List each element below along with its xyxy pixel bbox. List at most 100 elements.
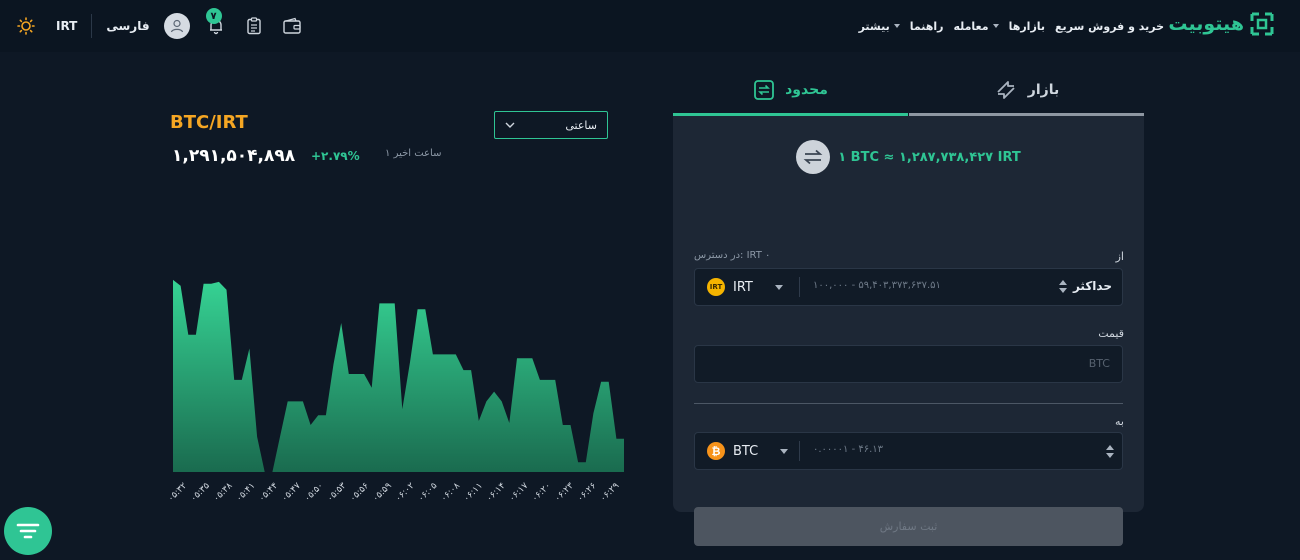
from-label: از [1115, 250, 1124, 263]
max-label: حداکثر [1072, 279, 1112, 293]
header-tools: IRT فارسی ۷ [14, 8, 304, 42]
from-asset-select[interactable]: IRT IRT [707, 269, 783, 305]
x-tick-label: ۰۵:۵۶ [348, 481, 371, 504]
price-label: قیمت [1098, 327, 1124, 340]
from-amount-field[interactable]: IRT IRT ۱۰۰,۰۰۰ - ۵۹,۴۰۳,۳۷۳,۶۳۷.۵۱ حداک… [694, 268, 1123, 306]
submit-order-button[interactable]: ثبت سفارش [694, 507, 1123, 546]
timeframe-value: ساعتی [565, 118, 597, 132]
tab-market[interactable]: بازار [909, 66, 1144, 116]
nav-markets[interactable]: بازارها [1009, 20, 1045, 33]
to-asset-label: BTC [733, 443, 759, 459]
max-amount-button[interactable]: حداکثر [1058, 279, 1112, 293]
order-panel: بازار محدود ۱ BTC ≈ ۱,۲۸۷,۷۳۸,۴۲۷ IRT از… [673, 66, 1144, 546]
currency-switch[interactable]: IRT [56, 19, 77, 33]
limit-order-icon [754, 79, 775, 100]
price-change: +۲.۷۹% [311, 149, 360, 163]
section-divider [694, 403, 1123, 404]
language-switch[interactable]: فارسی [106, 19, 149, 33]
nav-more-label: بیشتر [858, 19, 890, 33]
price-placeholder: BTC [1088, 357, 1110, 370]
swap-icon [803, 149, 823, 165]
user-icon [170, 19, 183, 33]
nav-help[interactable]: راهنما [910, 20, 944, 33]
menu-fab-button[interactable] [4, 507, 52, 555]
x-tick-label: ۰۶:۱۴ [485, 481, 508, 504]
stepper-down-icon [1058, 287, 1067, 293]
amount-stepper[interactable] [1058, 279, 1067, 293]
chevron-down-icon [780, 448, 789, 454]
filter-icon [16, 523, 40, 539]
notification-count-badge: ۷ [205, 8, 222, 24]
period-label: ۱ ساعت اخیر [385, 148, 442, 159]
chevron-down-icon [505, 122, 515, 128]
from-asset-label: IRT [733, 279, 753, 295]
nav-markets-label: بازارها [1008, 19, 1046, 33]
to-amount-range: ۰.۰۰۰۰۱ - ۴۶.۱۳ [813, 444, 884, 455]
wallet-button[interactable] [280, 14, 304, 38]
to-amount-field[interactable]: ₿ BTC ۰.۰۰۰۰۱ - ۴۶.۱۳ [694, 432, 1123, 470]
nav-quick-trade-label: خرید و فروش سریع [1055, 19, 1164, 33]
order-form: ۱ BTC ≈ ۱,۲۸۷,۷۳۸,۴۲۷ IRT از در دسترس: I… [673, 116, 1144, 546]
x-tick-label: ۰۶:۱۱ [462, 481, 485, 504]
x-tick-label: ۰۶:۲۶ [576, 481, 599, 504]
x-tick-label: ۰۵:۵۹ [371, 481, 394, 504]
x-tick-label: ۰۶:۲۳ [553, 481, 576, 504]
x-tick-label: ۰۵:۳۲ [166, 481, 189, 504]
x-tick-label: ۰۵:۳۵ [189, 481, 212, 504]
sun-icon [17, 17, 35, 35]
last-price: ۱,۲۹۱,۵۰۴,۸۹۸ [172, 146, 296, 166]
tab-limit-label: محدود [785, 81, 828, 98]
rate-row: ۱ BTC ≈ ۱,۲۸۷,۷۳۸,۴۲۷ IRT [673, 140, 1144, 174]
x-tick-label: ۰۶:۲۹ [598, 481, 621, 504]
chevron-down-icon [992, 24, 999, 28]
field-divider [799, 441, 800, 461]
nav-trade-label: معامله [953, 19, 989, 33]
profile-button[interactable] [163, 13, 190, 39]
stepper-up-icon [1106, 445, 1114, 450]
x-tick-label: ۰۶:۰۸ [439, 481, 462, 504]
nav-help-label: راهنما [909, 19, 944, 33]
price-input[interactable]: BTC [694, 345, 1123, 383]
chevron-down-icon [893, 24, 900, 28]
price-area-chart: ۰۵:۳۲ ۰۵:۳۵ ۰۵:۳۸ ۰۵:۴۱ ۰۵:۴۴ ۰۵:۴۷ ۰۵:۵۰ ۰۵:۵۳… [166, 279, 624, 504]
x-tick-label: ۰۵:۵۰ [303, 481, 326, 504]
from-amount-range: ۱۰۰,۰۰۰ - ۵۹,۴۰۳,۳۷۳,۶۳۷.۵۱ [813, 280, 941, 291]
brand-logo[interactable]: هیتوبیت [1168, 12, 1274, 36]
orders-button[interactable] [242, 14, 266, 38]
x-tick-label: ۰۵:۴۱ [234, 481, 257, 504]
btc-coin-icon: ₿ [707, 442, 725, 460]
x-tick-label: ۰۵:۴۴ [257, 481, 280, 504]
available-balance: در دسترس: IRT ۰ [694, 250, 771, 261]
timeframe-select[interactable]: ساعتی [494, 111, 608, 139]
theme-toggle-button[interactable] [14, 14, 38, 38]
pair-title: BTC/IRT [170, 112, 248, 133]
notifications-button[interactable]: ۷ [204, 8, 228, 38]
nav-trade[interactable]: معامله [953, 19, 999, 33]
chevron-down-icon [774, 284, 783, 290]
x-tick-label: ۰۵:۴۷ [280, 481, 303, 504]
logo-mark-icon [1250, 12, 1274, 36]
swap-arrows-icon [997, 80, 1015, 99]
x-tick-label: ۰۶:۲۰ [530, 481, 553, 504]
orders-icon [246, 17, 261, 35]
header-divider [91, 14, 93, 38]
to-asset-select[interactable]: ₿ BTC [707, 433, 789, 469]
order-type-tabs: بازار محدود [673, 66, 1144, 116]
x-tick-label: ۰۶:۱۷ [507, 481, 530, 504]
x-tick-label: ۰۵:۳۸ [212, 481, 235, 504]
irt-coin-icon: IRT [707, 278, 725, 296]
nav-quick-trade[interactable]: خرید و فروش سریع [1055, 20, 1164, 33]
to-label: به [1115, 415, 1124, 428]
exchange-rate: ۱ BTC ≈ ۱,۲۸۷,۷۳۸,۴۲۷ IRT [838, 149, 1021, 165]
x-tick-label: ۰۶:۰۵ [416, 481, 439, 504]
x-tick-label: ۰۵:۵۳ [325, 481, 348, 504]
swap-direction-button[interactable] [796, 140, 831, 174]
brand-name: هیتوبیت [1168, 13, 1244, 35]
amount-stepper[interactable] [1106, 445, 1114, 458]
top-navbar: IRT فارسی ۷ خرید و فروش سریع بازارها معا… [0, 0, 1300, 52]
price-area-series [173, 279, 624, 472]
nav-more[interactable]: بیشتر [859, 20, 900, 33]
stepper-down-icon [1106, 453, 1114, 458]
tab-limit[interactable]: محدود [673, 66, 908, 116]
main-nav: خرید و فروش سریع بازارها معامله راهنما ب… [859, 16, 1164, 36]
